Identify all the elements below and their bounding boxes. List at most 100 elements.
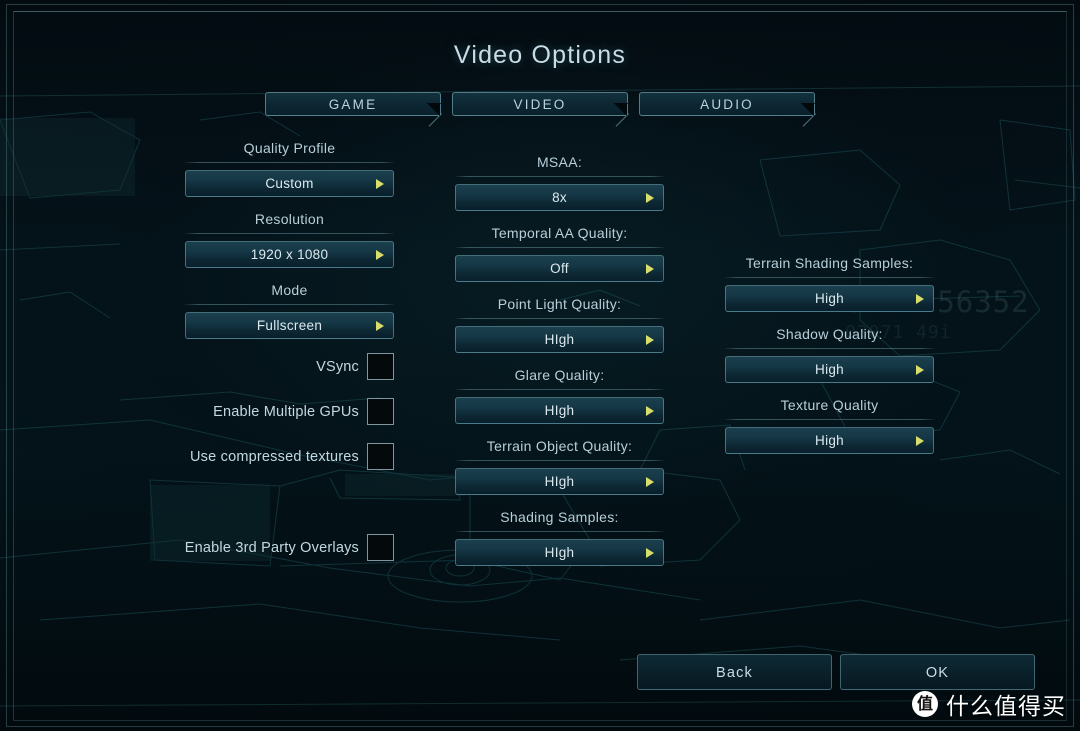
dropdown-shadow-quality[interactable]: High — [725, 356, 934, 383]
checkbox-label: Enable Multiple GPUs — [213, 403, 359, 420]
tab-corner-notch — [802, 113, 816, 127]
checkbox-label: VSync — [316, 358, 359, 375]
chevron-right-icon[interactable] — [646, 334, 654, 345]
setting-temporal-aa-quality: Temporal AA Quality: Off — [455, 223, 664, 282]
setting-shadow-quality: Shadow Quality: High — [725, 324, 934, 383]
setting-texture-quality: Texture Quality High — [725, 395, 934, 454]
tab-game[interactable]: GAME — [265, 92, 442, 127]
checkbox-row-vsync[interactable]: VSync — [185, 353, 394, 380]
setting-point-light-quality: Point Light Quality: HIgh — [455, 294, 664, 353]
setting-mode: Mode Fullscreen — [185, 280, 394, 339]
chevron-right-icon[interactable] — [376, 249, 384, 260]
dropdown-value: High — [815, 291, 844, 306]
dropdown-value: 8x — [552, 190, 567, 205]
setting-divider — [185, 304, 394, 305]
chevron-right-icon[interactable] — [376, 320, 384, 331]
settings-column-middle: MSAA: 8x Temporal AA Quality: Off Point … — [455, 152, 664, 566]
dropdown-value: HIgh — [544, 545, 575, 560]
dropdown-msaa[interactable]: 8x — [455, 184, 664, 211]
chevron-right-icon[interactable] — [646, 405, 654, 416]
dropdown-texture-quality[interactable]: High — [725, 427, 934, 454]
dropdown-value: 1920 x 1080 — [250, 247, 329, 262]
tab-bar: GAME VIDEO AUDIO — [265, 92, 816, 127]
setting-terrain-object-quality: Terrain Object Quality: HIgh — [455, 436, 664, 495]
footer-button-bar: Back OK — [637, 654, 1035, 690]
chevron-right-icon[interactable] — [646, 476, 654, 487]
setting-glare-quality: Glare Quality: HIgh — [455, 365, 664, 424]
setting-msaa: MSAA: 8x — [455, 152, 664, 211]
dropdown-value: HIgh — [544, 403, 575, 418]
checkbox-label: Enable 3rd Party Overlays — [184, 539, 359, 556]
setting-label: MSAA: — [536, 154, 583, 170]
dropdown-quality-profile[interactable]: Custom — [185, 170, 394, 197]
chevron-right-icon[interactable] — [916, 364, 924, 375]
checkbox-multiple-gpus[interactable] — [367, 398, 394, 425]
setting-label: Mode — [271, 282, 308, 298]
checkbox-label: Use compressed textures — [190, 448, 359, 465]
chevron-right-icon[interactable] — [376, 178, 384, 189]
setting-resolution: Resolution 1920 x 1080 — [185, 209, 394, 268]
settings-column-left: Quality Profile Custom Resolution 1920 x… — [185, 138, 394, 339]
dropdown-terrain-object-quality[interactable]: HIgh — [455, 468, 664, 495]
checkbox-row-compressed-textures[interactable]: Use compressed textures — [185, 443, 394, 470]
chevron-right-icon[interactable] — [916, 293, 924, 304]
setting-label: Shadow Quality: — [776, 326, 883, 342]
checkbox-compressed-textures[interactable] — [367, 443, 394, 470]
chevron-right-icon[interactable] — [646, 547, 654, 558]
dropdown-resolution[interactable]: 1920 x 1080 — [185, 241, 394, 268]
setting-divider — [455, 176, 664, 177]
dropdown-value: High — [815, 433, 844, 448]
setting-label: Point Light Quality: — [497, 296, 622, 312]
dropdown-shading-samples[interactable]: HIgh — [455, 539, 664, 566]
tab-audio[interactable]: AUDIO — [639, 92, 816, 127]
dropdown-value: Off — [550, 261, 569, 276]
dropdown-temporal-aa-quality[interactable]: Off — [455, 255, 664, 282]
tab-video[interactable]: VIDEO — [452, 92, 629, 127]
chevron-right-icon[interactable] — [646, 192, 654, 203]
setting-divider — [185, 233, 394, 234]
setting-label: Quality Profile — [243, 140, 336, 156]
dropdown-terrain-shading-samples[interactable]: High — [725, 285, 934, 312]
dropdown-point-light-quality[interactable]: HIgh — [455, 326, 664, 353]
setting-divider — [725, 419, 934, 420]
setting-label: Glare Quality: — [514, 367, 605, 383]
setting-divider — [725, 277, 934, 278]
smzdm-watermark: 值 什么值得买 — [912, 687, 1066, 721]
dropdown-glare-quality[interactable]: HIgh — [455, 397, 664, 424]
dropdown-value: HIgh — [544, 332, 575, 347]
setting-divider — [455, 460, 664, 461]
video-options-screen: 0.17256352 03071 49i Video Options GAME … — [0, 0, 1080, 731]
dropdown-value: High — [815, 362, 844, 377]
setting-divider — [725, 348, 934, 349]
tab-corner-notch — [615, 113, 629, 127]
checkbox-vsync[interactable] — [367, 353, 394, 380]
dropdown-value: Fullscreen — [256, 318, 323, 333]
ok-button[interactable]: OK — [840, 654, 1035, 690]
setting-divider — [185, 162, 394, 163]
setting-label: Terrain Shading Samples: — [745, 255, 914, 271]
smzdm-watermark-text: 什么值得买 — [946, 694, 1066, 720]
setting-divider — [455, 389, 664, 390]
dropdown-mode[interactable]: Fullscreen — [185, 312, 394, 339]
back-button[interactable]: Back — [637, 654, 832, 690]
checkbox-row-multiple-gpus[interactable]: Enable Multiple GPUs — [185, 398, 394, 425]
checkbox-row-3rd-party-overlays[interactable]: Enable 3rd Party Overlays — [185, 534, 394, 561]
page-title: Video Options — [453, 41, 627, 69]
chevron-right-icon[interactable] — [916, 435, 924, 446]
setting-label: Resolution — [254, 211, 325, 227]
dropdown-value: Custom — [265, 176, 314, 191]
checkbox-3rd-party-overlays[interactable] — [367, 534, 394, 561]
tab-corner-notch — [428, 113, 442, 127]
setting-shading-samples: Shading Samples: HIgh — [455, 507, 664, 566]
smzdm-logo-icon: 值 — [912, 691, 938, 717]
dropdown-value: HIgh — [544, 474, 575, 489]
setting-label: Terrain Object Quality: — [486, 438, 633, 454]
chevron-right-icon[interactable] — [646, 263, 654, 274]
